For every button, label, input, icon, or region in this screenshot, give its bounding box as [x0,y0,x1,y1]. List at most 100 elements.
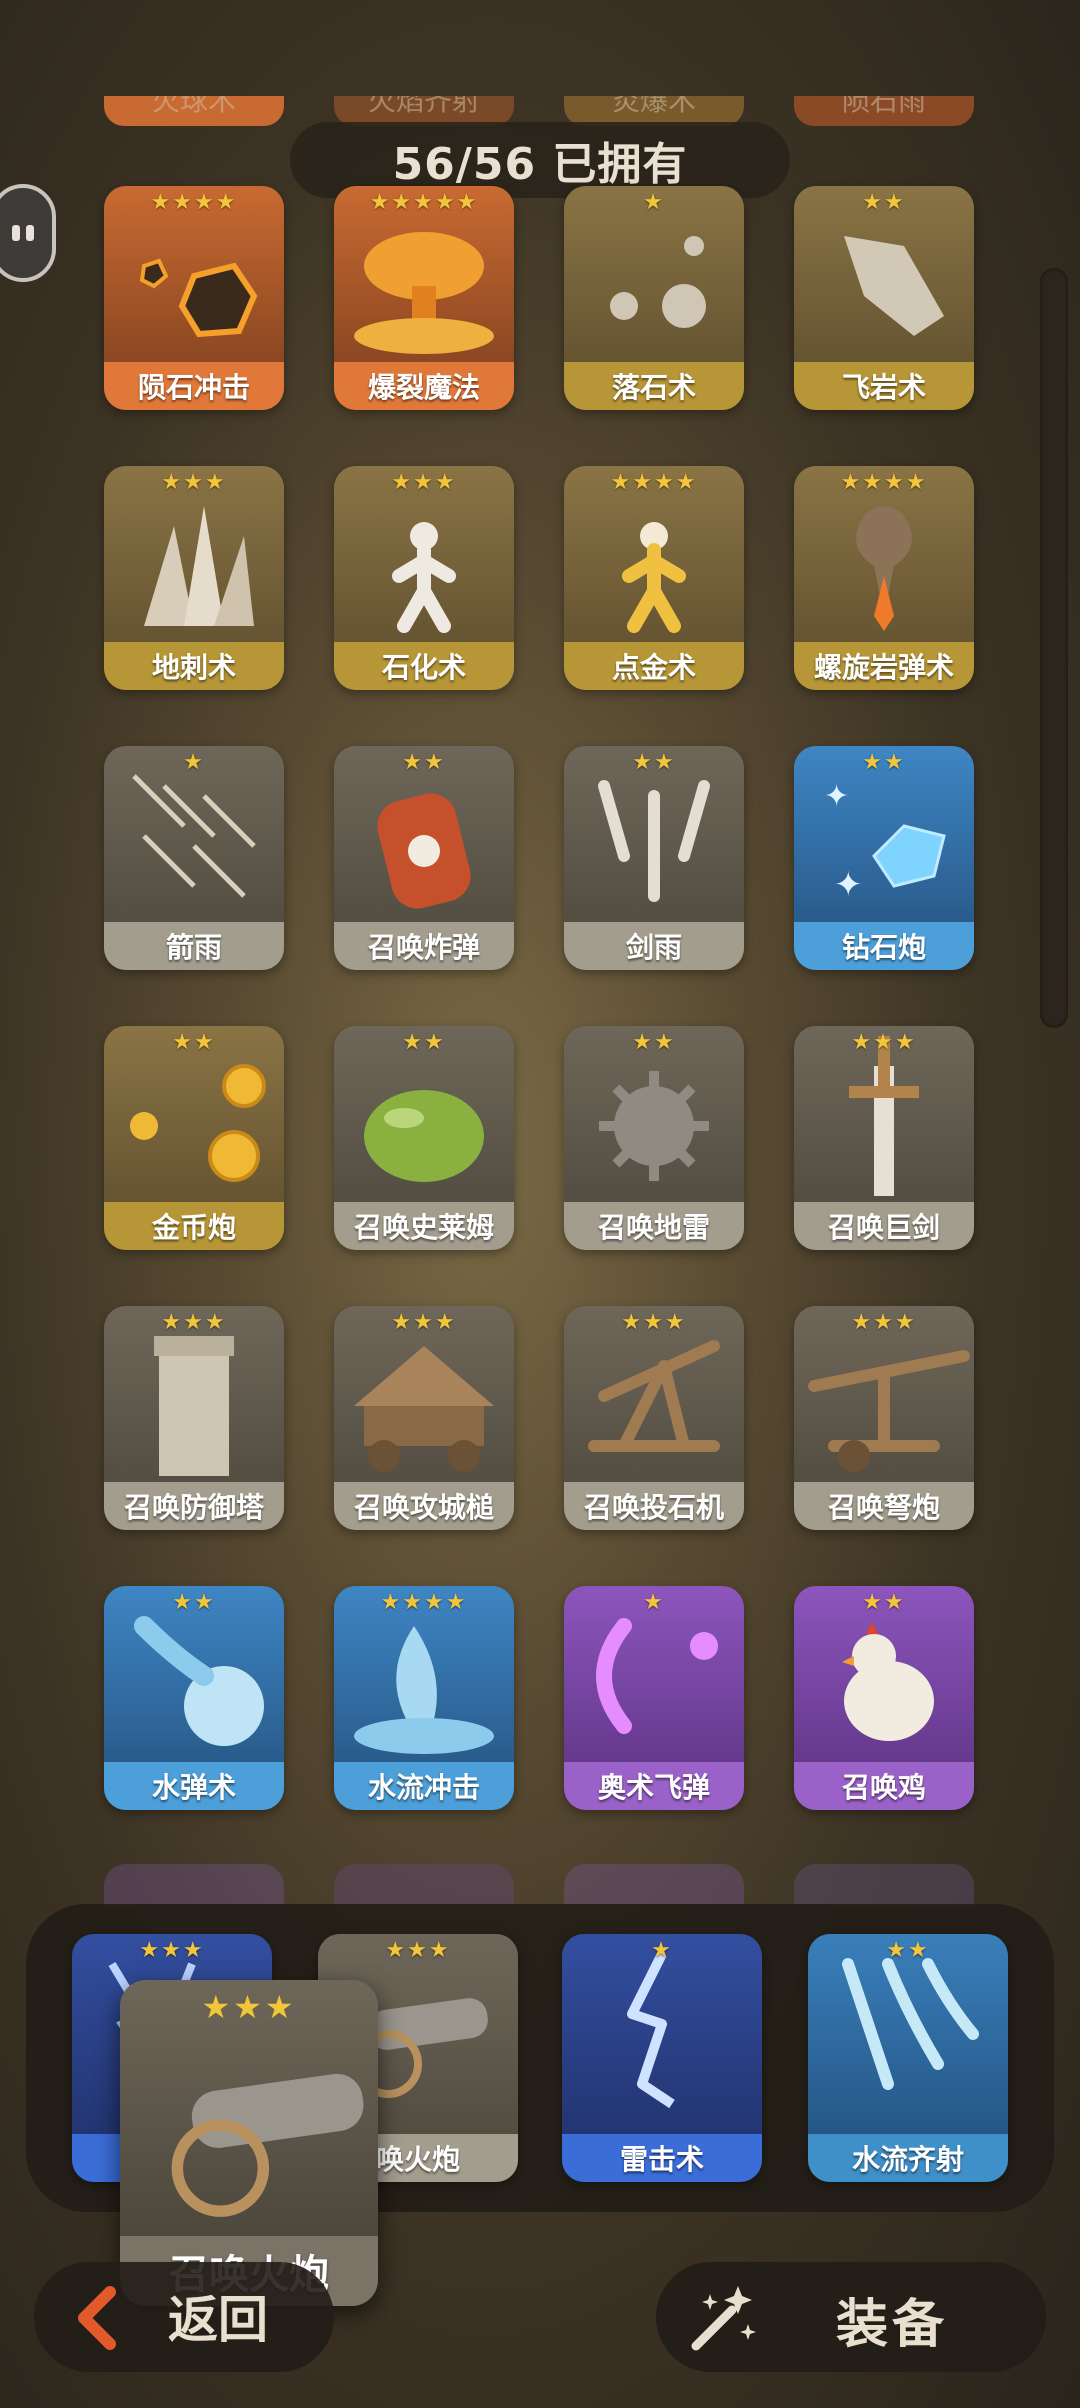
skill-card[interactable]: ★★ 召唤鸡 [794,1586,974,1810]
magic-wand-icon [691,2286,756,2351]
skill-label: 水弹术 [104,1762,284,1810]
star-rating: ★★★ [161,1310,227,1335]
star-rating: ★★★ [851,1030,917,1055]
star-rating: ★★ [402,750,446,775]
skill-label: 火焰齐射 [367,96,480,117]
partial-skill-card [564,1864,744,1908]
star-rating: ★ [651,1938,673,1963]
star-rating: ★★ [862,1590,906,1615]
partial-skill-card [794,1864,974,1908]
skill-label: 地刺术 [104,642,284,690]
skill-label: 奥术飞弹 [564,1762,744,1810]
equip-label: 装备 [836,2295,949,2355]
star-rating: ★ [643,1590,665,1615]
star-rating: ★ [183,750,205,775]
skill-card[interactable]: ★★★ 召唤攻城槌 [334,1306,514,1530]
skill-label: 钻石炮 [794,922,974,970]
skill-label: 召唤弩炮 [794,1482,974,1530]
skill-card[interactable]: ★★ 剑雨 [564,746,744,970]
skill-label: 陨石冲击 [104,362,284,410]
skill-label: 雷击术 [562,2134,762,2182]
skill-label: 点金术 [564,642,744,690]
star-rating: ★★★ [621,1310,687,1335]
star-rating: ★★ [632,750,676,775]
skill-card[interactable]: ★★ 召唤史莱姆 [334,1026,514,1250]
skill-label: 水流冲击 [334,1762,514,1810]
skill-card[interactable]: ★★★ 召唤巨剑 [794,1026,974,1250]
svg-text:✦: ✦ [834,865,863,905]
skill-card[interactable]: ★ 箭雨 [104,746,284,970]
skill-card[interactable]: ★★★ 地刺术 [104,466,284,690]
star-rating: ★★★ [385,1938,451,1963]
skill-label: 螺旋岩弹术 [794,642,974,690]
partial-skill-card [334,1864,514,1908]
star-rating: ★★ [862,750,906,775]
back-button[interactable]: 返回 [34,2262,334,2372]
star-rating: ★★★★★ [369,190,479,215]
star-rating: ★★★★ [380,1590,468,1615]
svg-text:✦: ✦ [824,779,849,814]
skill-label: 召唤投石机 [564,1482,744,1530]
skill-label: 落石术 [564,362,744,410]
equipped-slot[interactable]: ★★ 水流齐射 [808,1934,1008,2182]
equipped-slot[interactable]: ★ 雷击术 [562,1934,762,2182]
dragging-card[interactable]: ★★★ 召唤火炮 [120,1980,378,2306]
scrollbar[interactable] [1040,268,1068,1028]
star-rating: ★★ [402,1030,446,1055]
star-rating: ★★★ [161,470,227,495]
star-rating: ★★★ [391,1310,457,1335]
skill-card[interactable]: ✦ ✦ ★★ 钻石炮 [794,746,974,970]
star-rating: ★★★ [139,1938,205,1963]
star-rating: ★★★ [851,1310,917,1335]
star-rating: ★★ [632,1030,676,1055]
partial-skill-card[interactable]: 陨石雨 [794,96,974,126]
skill-label: 召唤攻城槌 [334,1482,514,1530]
skill-card[interactable]: ★★ 水弹术 [104,1586,284,1810]
partial-skill-card [104,1864,284,1908]
star-rating: ★★★★ [840,470,928,495]
skill-card[interactable]: ★★★ 召唤防御塔 [104,1306,284,1530]
back-label: 返回 [168,2291,268,2349]
skill-card[interactable]: ★★★★ 螺旋岩弹术 [794,466,974,690]
skill-label: 金币炮 [104,1202,284,1250]
skill-card[interactable]: ★★★ 召唤投石机 [564,1306,744,1530]
skill-card[interactable]: ★★ 召唤炸弹 [334,746,514,970]
star-rating: ★ [643,190,665,215]
skill-label: 水流齐射 [808,2134,1008,2182]
skill-label: 召唤防御塔 [104,1482,284,1530]
star-rating: ★★★★ [610,470,698,495]
skill-label: 火球术 [151,96,236,117]
star-rating: ★★★ [391,470,457,495]
skill-card[interactable]: ★★ 金币炮 [104,1026,284,1250]
skill-card[interactable]: ★★★★ 陨石冲击 [104,186,284,410]
skill-label: 召唤巨剑 [794,1202,974,1250]
skill-label: 爆裂魔法 [334,362,514,410]
skill-card[interactable]: ★★★★ 点金术 [564,466,744,690]
skill-card[interactable]: ★★★★★ 爆裂魔法 [334,186,514,410]
skill-label: 召唤史莱姆 [334,1202,514,1250]
skill-label: 陨石雨 [841,96,926,117]
star-rating: ★★ [862,190,906,215]
skill-card[interactable]: ★★★★ 水流冲击 [334,1586,514,1810]
skill-card[interactable]: ★ 落石术 [564,186,744,410]
chevron-left-icon [78,2286,116,2350]
star-rating: ★★ [172,1590,216,1615]
star-rating: ★★ [172,1030,216,1055]
skill-card[interactable]: ★★★ 石化术 [334,466,514,690]
dragging-card-stars: ★★★ [201,1988,297,2026]
star-rating: ★★ [886,1938,930,1963]
skill-label: 炎爆术 [611,96,696,117]
skill-label: 召唤鸡 [794,1762,974,1810]
skill-label: 剑雨 [564,922,744,970]
assistant-bubble-icon[interactable] [0,184,56,282]
skill-card[interactable]: ★★ 召唤地雷 [564,1026,744,1250]
skill-card[interactable]: ★★★ 召唤弩炮 [794,1306,974,1530]
skill-label: 箭雨 [104,922,284,970]
skill-label: 召唤炸弹 [334,922,514,970]
skill-card[interactable]: ★★ 飞岩术 [794,186,974,410]
partial-skill-card[interactable]: 火球术 [104,96,284,126]
equip-button[interactable]: 装备 [656,2262,1046,2372]
skill-card[interactable]: ★ 奥术飞弹 [564,1586,744,1810]
skill-label: 飞岩术 [794,362,974,410]
skill-label: 石化术 [334,642,514,690]
